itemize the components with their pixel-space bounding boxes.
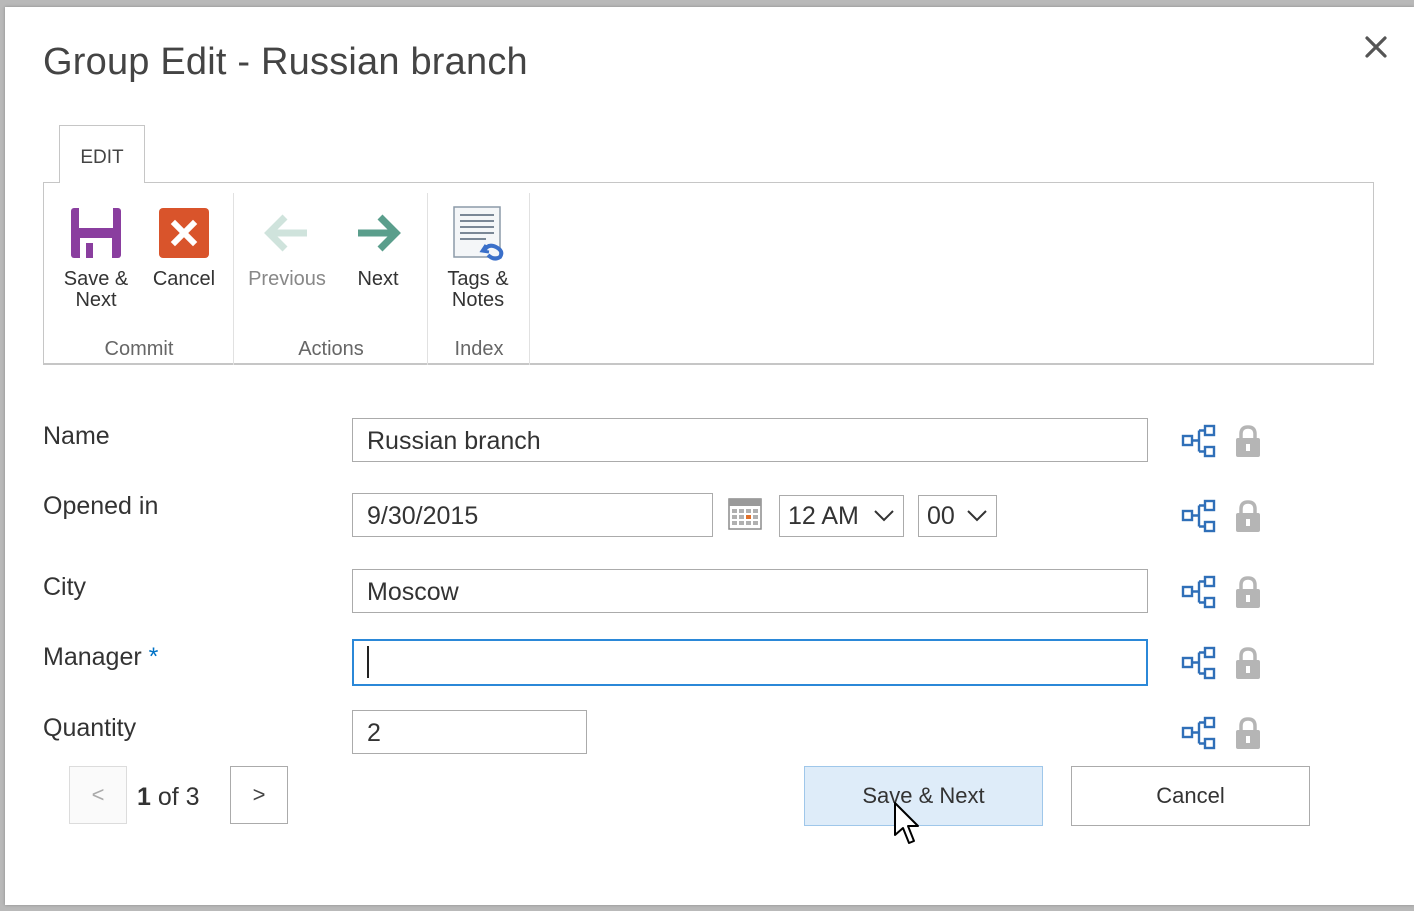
arrow-left-icon xyxy=(264,214,307,252)
ribbon-cancel-label: Cancel xyxy=(152,268,216,290)
manager-relationship-icon[interactable] xyxy=(1181,646,1217,680)
pager-current: 1 xyxy=(137,783,151,811)
pager-prev-button[interactable]: < xyxy=(69,766,127,824)
city-input[interactable]: Moscow xyxy=(352,569,1148,613)
tab-edit[interactable]: EDIT xyxy=(59,125,145,183)
arrow-right-icon xyxy=(358,214,401,252)
save-next-button[interactable]: Save & Next xyxy=(804,766,1043,826)
tags-notes-icon xyxy=(453,206,504,261)
city-relationship-icon[interactable] xyxy=(1181,575,1217,609)
group-label-index: Index xyxy=(454,338,504,360)
manager-label: Manager * xyxy=(43,643,158,672)
group-label-actions: Actions xyxy=(298,338,364,360)
date-input[interactable]: 9/30/2015 xyxy=(352,493,713,537)
cancel-button[interactable]: Cancel xyxy=(1071,766,1310,826)
floppy-disk-icon xyxy=(71,208,121,258)
ribbon-next-label: Next xyxy=(357,268,399,290)
ribbon: Save & Next Cancel Commit Previous Next … xyxy=(43,182,1374,365)
minute-select[interactable]: 00 xyxy=(918,495,997,537)
ribbon-tags-notes-button[interactable]: Tags & Notes xyxy=(438,205,518,311)
opened-in-relationship-icon[interactable] xyxy=(1181,499,1217,533)
ribbon-group-commit: Save & Next Cancel Commit xyxy=(44,193,234,365)
ribbon-tags-notes-label: Tags & Notes xyxy=(447,268,509,311)
chevron-down-icon xyxy=(967,510,987,522)
ribbon-save-next-label: Save & Next xyxy=(63,268,129,311)
opened-in-lock-icon[interactable] xyxy=(1233,499,1263,533)
manager-lock-icon[interactable] xyxy=(1233,646,1263,680)
close-icon[interactable] xyxy=(1360,31,1392,63)
name-lock-icon[interactable] xyxy=(1233,424,1263,458)
ribbon-next-button[interactable]: Next xyxy=(338,205,418,290)
name-relationship-icon[interactable] xyxy=(1181,424,1217,458)
quantity-input[interactable]: 2 xyxy=(352,710,587,754)
calendar-icon[interactable] xyxy=(728,498,762,530)
dialog-title: Group Edit - Russian branch xyxy=(43,41,528,83)
ribbon-group-actions: Previous Next Actions xyxy=(234,193,428,365)
quantity-relationship-icon[interactable] xyxy=(1181,716,1217,750)
name-label: Name xyxy=(43,422,110,450)
group-label-commit: Commit xyxy=(104,338,174,360)
cancel-x-icon xyxy=(159,208,209,258)
city-label: City xyxy=(43,573,87,601)
pager-next-button[interactable]: > xyxy=(230,766,288,824)
name-input[interactable]: Russian branch xyxy=(352,418,1148,462)
group-edit-dialog: Group Edit - Russian branch EDIT Save & … xyxy=(5,7,1414,905)
quantity-lock-icon[interactable] xyxy=(1233,716,1263,750)
ribbon-previous-button[interactable]: Previous xyxy=(242,205,332,290)
hour-select-value: 12 AM xyxy=(788,502,859,530)
ribbon-previous-label: Previous xyxy=(248,268,326,290)
minute-select-value: 00 xyxy=(927,502,955,530)
ribbon-cancel-button[interactable]: Cancel xyxy=(144,205,224,290)
pager-status: 1 of 3 xyxy=(137,783,200,812)
city-lock-icon[interactable] xyxy=(1233,575,1263,609)
manager-input[interactable] xyxy=(352,639,1148,686)
opened-in-label: Opened in xyxy=(43,492,159,520)
manager-label-text: Manager xyxy=(43,643,142,671)
ribbon-group-index: Tags & Notes Index xyxy=(428,193,530,365)
required-asterisk: * xyxy=(148,643,159,671)
quantity-label: Quantity xyxy=(43,714,137,742)
pager-of-text: of 3 xyxy=(157,783,200,811)
text-caret xyxy=(367,646,369,679)
ribbon-save-next-button[interactable]: Save & Next xyxy=(56,205,136,311)
hour-select[interactable]: 12 AM xyxy=(779,495,904,537)
chevron-down-icon xyxy=(874,510,894,522)
